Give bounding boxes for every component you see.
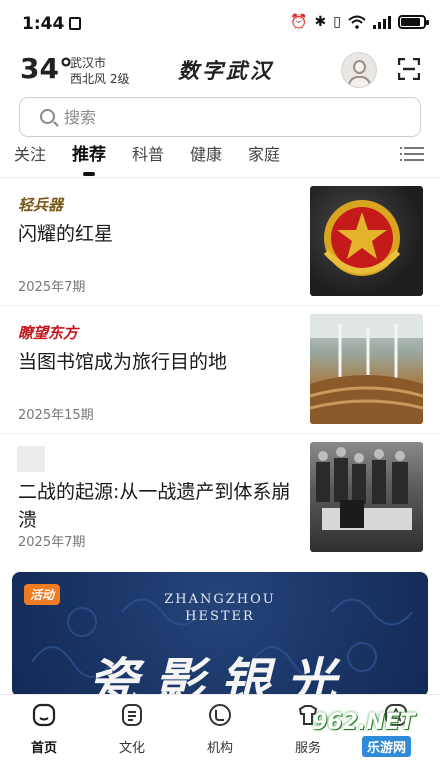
- article-issue: 2025年15期: [18, 408, 94, 423]
- nav-label: 机构: [206, 741, 233, 756]
- activity-banner[interactable]: 活动 ZHANGZHOU HESTER 瓷影银光: [12, 572, 428, 697]
- status-time: 1:44: [22, 14, 65, 34]
- institution-icon: [209, 704, 231, 726]
- watermark-text: 962.NET: [312, 710, 415, 735]
- banner-headline: 瓷影银光: [88, 652, 352, 697]
- wifi-icon: [348, 15, 366, 29]
- tab-recommend[interactable]: 推荐: [72, 145, 106, 177]
- tab-science[interactable]: 科普: [132, 145, 164, 177]
- nav-label: 文化: [118, 741, 145, 756]
- article-card[interactable]: 轻兵器 闪耀的红星 2025年7期: [0, 178, 440, 306]
- nav-culture[interactable]: 文化: [102, 703, 162, 756]
- article-source: 瞭望东方: [18, 324, 79, 342]
- article-source-placeholder: [17, 446, 45, 472]
- status-bar: 1:44 ⏰ ✱ ▯: [0, 0, 440, 48]
- nav-institution[interactable]: 机构: [190, 703, 250, 756]
- search-input[interactable]: [64, 106, 404, 128]
- site-watermark: 962.NET 乐游网: [298, 710, 440, 757]
- category-tabs: 关注 推荐 科普 健康 家庭: [14, 145, 306, 177]
- scan-icon[interactable]: [398, 58, 420, 80]
- article-card[interactable]: 二战的起源:从一战遗产到体系崩溃 2025年7期: [0, 434, 440, 560]
- watermark-subtext: 乐游网: [362, 736, 412, 757]
- nfc-icon: [69, 17, 81, 30]
- search-icon: [40, 109, 55, 124]
- article-source: 轻兵器: [18, 196, 64, 214]
- avatar-body: [348, 76, 371, 87]
- article-thumbnail: [310, 186, 423, 296]
- article-thumbnail: [310, 442, 423, 552]
- article-title: 二战的起源:从一战遗产到体系崩溃: [18, 481, 291, 531]
- weather-temperature: 34°: [20, 52, 73, 85]
- vibrate-icon: ▯: [333, 14, 341, 30]
- article-title: 闪耀的红星: [18, 223, 114, 245]
- article-thumbnail: [310, 314, 423, 424]
- menu-icon[interactable]: [400, 147, 424, 163]
- nav-label: 首页: [30, 741, 57, 756]
- status-icons: ⏰ ✱ ▯: [290, 13, 429, 31]
- weather-wind: 西北风 2级: [70, 72, 130, 86]
- bluetooth-icon: ✱: [314, 14, 327, 30]
- article-card[interactable]: 瞭望东方 当图书馆成为旅行目的地 2025年15期: [0, 306, 440, 434]
- article-title: 当图书馆成为旅行目的地: [18, 351, 228, 373]
- home-icon: [32, 703, 56, 727]
- app-title: 数字武汉: [178, 58, 274, 83]
- tab-health[interactable]: 健康: [190, 145, 222, 177]
- alarm-icon: ⏰: [290, 14, 308, 30]
- nav-home[interactable]: 首页: [14, 703, 74, 756]
- article-issue: 2025年7期: [18, 535, 86, 550]
- article-issue: 2025年7期: [18, 280, 86, 295]
- avatar[interactable]: [341, 52, 377, 88]
- banner-subtitle-2: HESTER: [185, 609, 255, 624]
- avatar-head: [353, 60, 366, 74]
- tab-family[interactable]: 家庭: [248, 145, 280, 177]
- banner-subtitle: ZHANGZHOU: [164, 592, 276, 607]
- search-bar[interactable]: [19, 97, 421, 137]
- book-icon: [122, 704, 142, 726]
- battery-icon: [398, 15, 429, 29]
- tab-follow[interactable]: 关注: [14, 145, 46, 177]
- weather-city: 武汉市: [70, 56, 107, 70]
- signal-icon: [373, 15, 391, 29]
